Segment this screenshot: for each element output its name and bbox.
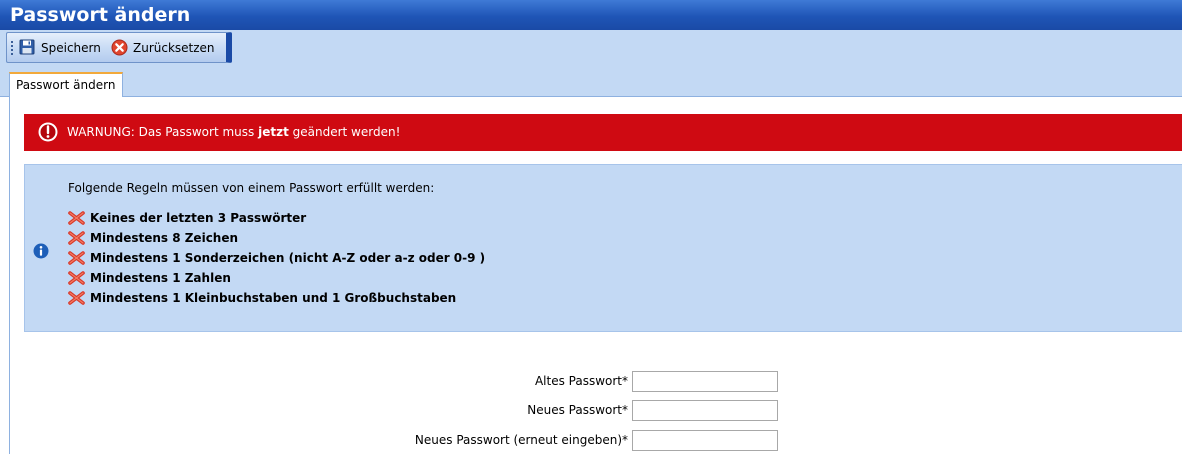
warning-suffix: geändert werden! — [288, 125, 401, 139]
rule-text: Mindestens 8 Zeichen — [90, 231, 239, 245]
red-x-circle-icon — [111, 39, 128, 56]
new-password-input[interactable] — [632, 400, 778, 421]
failed-x-icon — [68, 251, 85, 265]
new-password-label: Neues Passwort* — [527, 403, 628, 417]
save-label: Speichern — [41, 41, 101, 55]
toolbar-row: Speichern Zurücksetzen — [0, 30, 1182, 67]
tab-content: WARNUNG: Das Passwort muss jetzt geänder… — [9, 97, 1182, 454]
old-password-row: Altes Passwort* — [10, 371, 628, 393]
confirm-password-row: Neues Passwort (erneut eingeben)* — [10, 430, 628, 452]
floppy-disk-icon — [19, 39, 35, 55]
toolbar-grip[interactable] — [11, 41, 13, 57]
new-password-row: Neues Passwort* — [10, 400, 628, 422]
rule-item: Mindestens 1 Sonderzeichen (nicht A-Z od… — [68, 248, 485, 268]
rule-text: Keines der letzten 3 Passwörter — [90, 211, 307, 225]
tab-strip: Passwort ändern — [0, 67, 1182, 97]
tab-passwort-aendern[interactable]: Passwort ändern — [9, 72, 123, 97]
rule-text: Mindestens 1 Sonderzeichen (nicht A-Z od… — [90, 251, 486, 265]
rule-text: Mindestens 1 Kleinbuchstaben und 1 Großb… — [90, 291, 457, 305]
info-icon — [33, 243, 49, 259]
old-password-input[interactable] — [632, 371, 778, 392]
rules-list: Keines der letzten 3 Passwörter Mindeste… — [68, 208, 485, 308]
rule-item: Mindestens 1 Kleinbuchstaben und 1 Großb… — [68, 288, 485, 308]
save-button[interactable]: Speichern — [19, 38, 111, 58]
warning-emphasis: jetzt — [258, 125, 289, 139]
warning-banner: WARNUNG: Das Passwort muss jetzt geänder… — [24, 114, 1182, 151]
failed-x-icon — [68, 291, 85, 305]
confirm-password-input[interactable] — [632, 430, 778, 451]
rule-item: Mindestens 8 Zeichen — [68, 228, 485, 248]
warning-text: WARNUNG: Das Passwort muss jetzt geänder… — [67, 125, 400, 139]
rule-item: Mindestens 1 Zahlen — [68, 268, 485, 288]
password-rules-panel: Folgende Regeln müssen von einem Passwor… — [24, 164, 1182, 332]
reset-label: Zurücksetzen — [133, 41, 215, 55]
toolbar: Speichern Zurücksetzen — [6, 32, 232, 63]
rule-text: Mindestens 1 Zahlen — [90, 271, 231, 285]
failed-x-icon — [68, 211, 85, 225]
old-password-label: Altes Passwort* — [534, 374, 628, 388]
window-title: Passwort ändern — [0, 0, 1182, 30]
warning-prefix: WARNUNG: Das Passwort muss — [67, 125, 259, 139]
failed-x-icon — [68, 271, 85, 285]
warning-circle-icon — [38, 122, 58, 142]
failed-x-icon — [68, 231, 85, 245]
rules-intro: Folgende Regeln müssen von einem Passwor… — [68, 181, 435, 195]
confirm-password-label: Neues Passwort (erneut eingeben)* — [414, 433, 628, 447]
reset-button[interactable]: Zurücksetzen — [111, 38, 221, 58]
rule-item: Keines der letzten 3 Passwörter — [68, 208, 485, 228]
